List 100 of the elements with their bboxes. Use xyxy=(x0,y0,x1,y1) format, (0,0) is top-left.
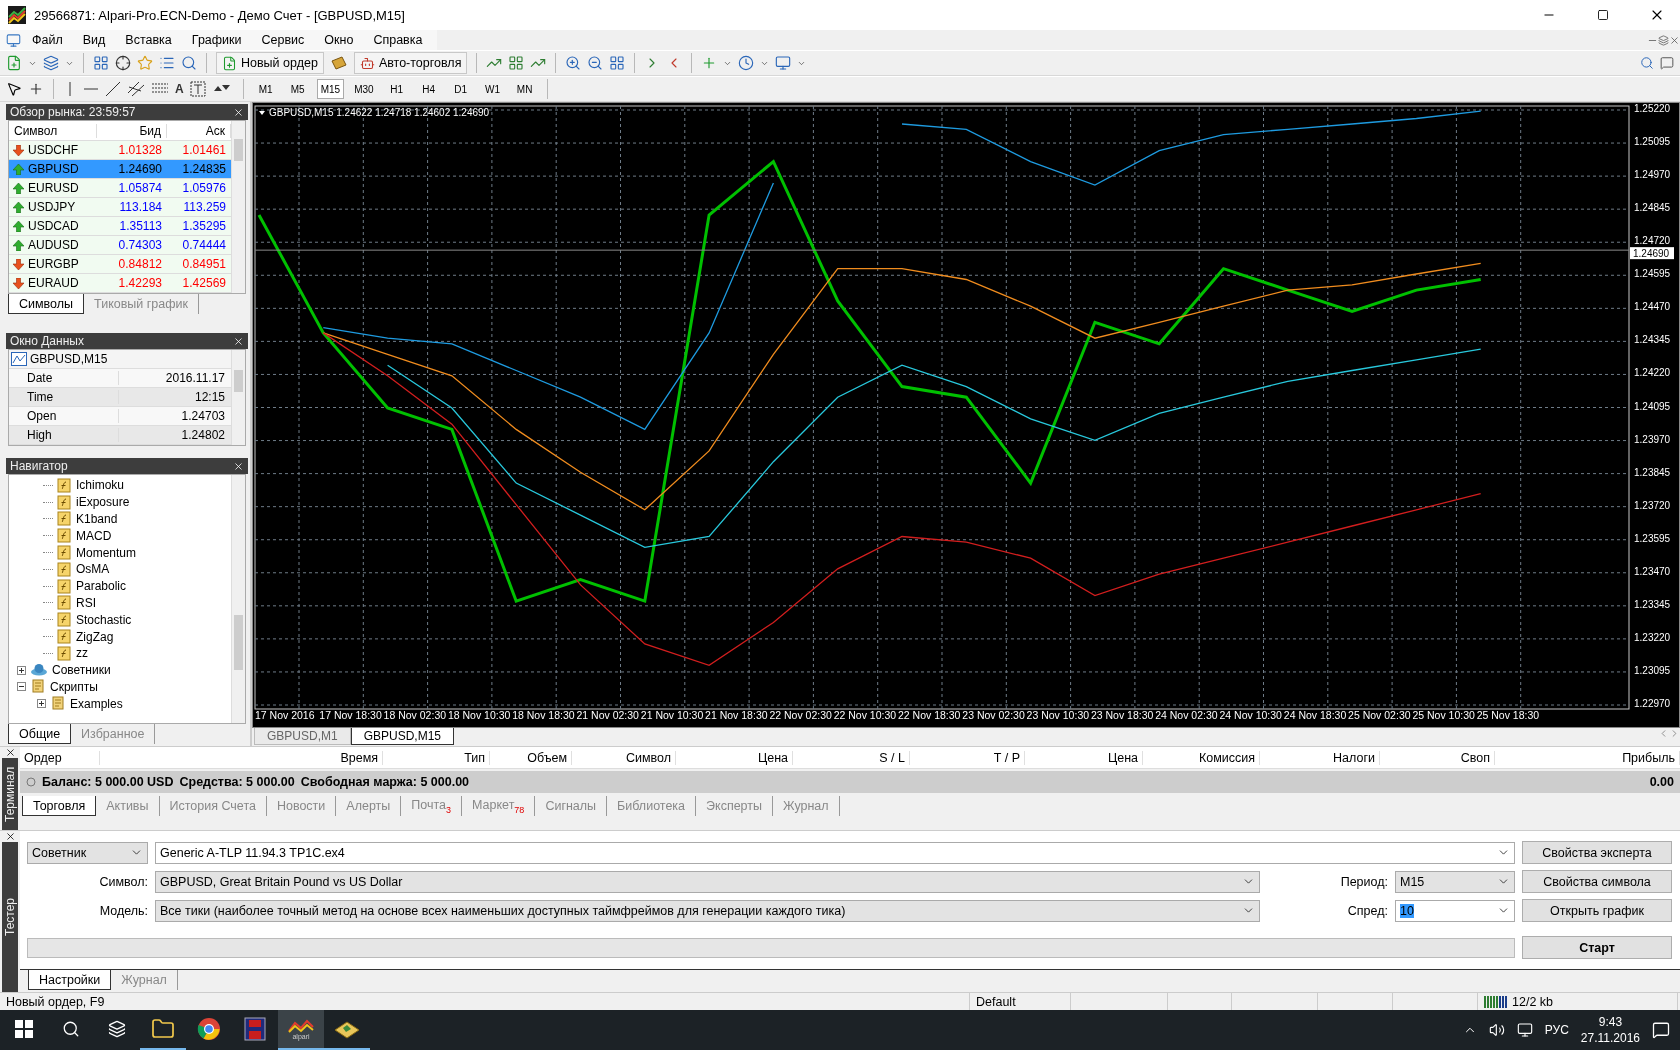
timeframe-button[interactable]: M1 xyxy=(252,79,279,99)
column-header[interactable]: S / L xyxy=(793,750,910,765)
panel-title: Навигатор xyxy=(10,459,68,473)
column-header[interactable]: Ордер xyxy=(20,750,100,765)
symbol-row[interactable]: USDJPY 113.184 113.259 xyxy=(9,198,231,217)
tab[interactable]: Маркет$_{78}$ xyxy=(462,796,536,816)
data-value: 1.24703 xyxy=(180,409,226,423)
timeframe-button[interactable]: M5 xyxy=(284,79,311,99)
symbol-name: USDCAD xyxy=(28,219,79,233)
column-header[interactable]: Символ xyxy=(9,123,97,138)
y-axis-label: 1.24845 xyxy=(1634,202,1671,214)
column-header[interactable]: Прибыль xyxy=(1495,750,1680,765)
tree-item[interactable]: MACD xyxy=(76,528,112,543)
tree-item[interactable]: K1band xyxy=(76,512,118,526)
setting-dropdown[interactable]: Все тики (наиболее точный метод на основе всех наименьших доступных таймфреймов для генерации каждого тика) xyxy=(155,899,1260,922)
tree-item[interactable]: Скрипты xyxy=(50,679,98,694)
text-tool[interactable]: A xyxy=(175,82,184,96)
chart-tab[interactable]: GBPUSD,M1 xyxy=(254,728,351,745)
tree-item[interactable]: Советники xyxy=(52,663,111,678)
timeframe-button[interactable]: M30 xyxy=(350,79,378,99)
column-header[interactable]: Тип xyxy=(383,750,490,765)
x-axis-label: 23 Nov 10:30 xyxy=(1026,709,1090,721)
symbol-row[interactable]: EURGBP 0.84812 0.84951 xyxy=(9,255,231,274)
column-header[interactable]: Символ xyxy=(572,750,676,765)
y-axis-label: 1.24345 xyxy=(1634,334,1671,346)
column-header[interactable]: T / P xyxy=(910,750,1025,765)
window-title: 29566871: Alpari-Pro.ECN-Demo - Демо Счет - [GBPUSD,M15] xyxy=(34,7,406,23)
x-axis-label: 23 Nov 18:30 xyxy=(1090,709,1154,721)
current-price-label: 1.24690 xyxy=(1630,247,1674,260)
field-label: Модель: xyxy=(98,903,148,918)
column-header[interactable]: Цена xyxy=(1025,750,1143,765)
timeframe-button[interactable]: H1 xyxy=(383,79,410,99)
symbol-row[interactable]: GBPUSD 1.24690 1.24835 xyxy=(9,160,231,179)
symbol-row[interactable]: AUDUSD 0.74303 0.74444 xyxy=(9,236,231,255)
action-button[interactable]: Открыть график xyxy=(1522,899,1672,922)
tree-item[interactable]: zz xyxy=(76,646,88,661)
symbol-row[interactable]: EURAUD 1.42293 1.42569 xyxy=(9,274,231,293)
chart-tab[interactable]: GBPUSD,M15 xyxy=(350,728,455,745)
timeframe-button[interactable]: W1 xyxy=(479,79,506,99)
data-label: Date xyxy=(9,371,119,385)
tab[interactable]: Почта$_{3}$ xyxy=(401,796,463,816)
column-header[interactable]: Комиссия xyxy=(1143,750,1260,765)
tree-item[interactable]: Examples xyxy=(70,696,123,711)
ask-price: 113.259 xyxy=(182,200,227,214)
tree-item[interactable]: Momentum xyxy=(76,545,137,560)
y-axis-label: 1.23970 xyxy=(1634,433,1671,445)
tab[interactable]: Общие xyxy=(8,724,72,744)
symbol-row[interactable]: USDCHF 1.01328 1.01461 xyxy=(9,141,231,160)
timeframe-button[interactable]: MN xyxy=(511,79,538,99)
expert-dropdown[interactable]: Generic A-TLP 11.94.3 TP1C.ex4 xyxy=(155,841,1515,864)
tab[interactable]: Символы xyxy=(8,294,85,314)
menu-item[interactable]: Справка xyxy=(364,30,432,50)
bid-price: 1.42293 xyxy=(117,276,163,290)
tab[interactable]: Настройки xyxy=(28,970,112,990)
y-axis-label: 1.22970 xyxy=(1634,698,1671,709)
menu-item[interactable]: Вид xyxy=(73,30,115,50)
column-header[interactable]: Своп xyxy=(1380,750,1495,765)
tree-item[interactable]: Ichimoku xyxy=(76,478,125,493)
column-header[interactable]: Цена xyxy=(676,750,793,765)
menu-item[interactable]: Сервис xyxy=(252,30,314,50)
mode-dropdown[interactable]: Советник xyxy=(27,841,148,864)
column-header[interactable]: Бид xyxy=(97,123,167,138)
timeframe-button[interactable]: M15 xyxy=(316,79,345,99)
tree-item[interactable]: Parabolic xyxy=(76,579,127,594)
column-header[interactable]: Объем xyxy=(490,750,572,765)
auto-trading-button[interactable]: Авто-торговля xyxy=(353,52,468,74)
setting-dropdown[interactable]: M15 xyxy=(1395,870,1515,893)
x-axis-label: 21 Nov 02:30 xyxy=(576,709,639,721)
timeframe-button[interactable]: H4 xyxy=(415,79,442,99)
menu-item[interactable]: Вставка xyxy=(116,30,181,50)
symbol-row[interactable]: EURUSD 1.05874 1.05976 xyxy=(9,179,231,198)
start-button[interactable]: Старт xyxy=(1522,936,1672,959)
new-order-button[interactable]: Новый ордер xyxy=(216,52,324,74)
column-header[interactable]: Налоги xyxy=(1260,750,1380,765)
tree-item[interactable]: OsMA xyxy=(76,562,110,577)
y-axis-label: 1.24220 xyxy=(1634,367,1671,379)
y-axis-label: 1.23595 xyxy=(1634,532,1671,544)
setting-dropdown[interactable]: 10 xyxy=(1395,899,1515,922)
x-axis-label: 17 Nov 18:30 xyxy=(319,709,382,721)
profit-value: 0.00 xyxy=(1649,775,1674,789)
menu-item[interactable]: Графики xyxy=(182,30,251,50)
menu-item[interactable]: Файл xyxy=(23,30,72,50)
language-indicator[interactable]: РУС xyxy=(1544,1023,1569,1037)
x-axis-label: 21 Nov 10:30 xyxy=(640,709,704,721)
ask-price: 1.24835 xyxy=(181,162,227,176)
tab[interactable]: Торговля xyxy=(22,796,97,816)
x-axis-label: 22 Nov 18:30 xyxy=(898,709,961,721)
tree-item[interactable]: ZigZag xyxy=(76,629,114,644)
symbol-row[interactable]: USDCAD 1.35113 1.35295 xyxy=(9,217,231,236)
expert-properties-button[interactable]: Свойства эксперта xyxy=(1522,841,1672,864)
column-header[interactable]: Время xyxy=(100,750,383,765)
action-button[interactable]: Свойства символа xyxy=(1522,870,1672,893)
status-text: Default xyxy=(976,994,1016,1009)
tree-item[interactable]: RSI xyxy=(76,595,96,610)
panel-title: Окно Данных xyxy=(10,334,84,348)
timeframe-button[interactable]: D1 xyxy=(447,79,474,99)
tree-item[interactable]: Stochastic xyxy=(76,612,132,627)
tree-item[interactable]: iExposure xyxy=(76,495,130,510)
setting-dropdown[interactable]: GBPUSD, Great Britain Pound vs US Dollar xyxy=(155,870,1260,893)
menu-item[interactable]: Окно xyxy=(315,30,363,50)
